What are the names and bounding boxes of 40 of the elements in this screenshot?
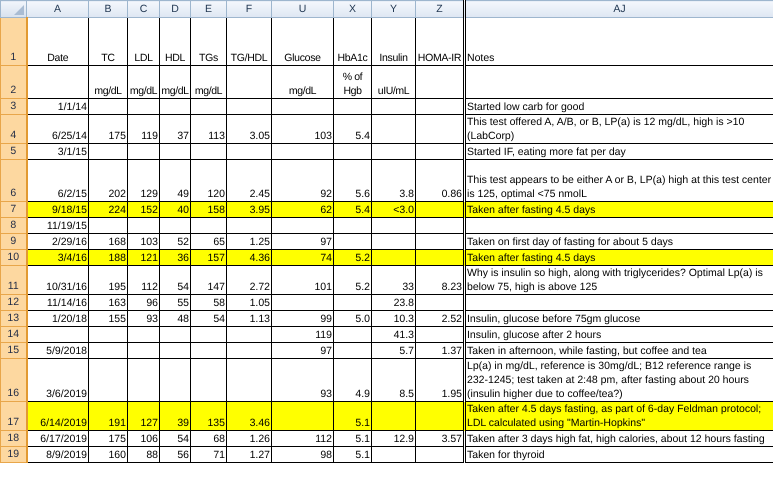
column-header[interactable]: F [226,0,272,18]
column-header[interactable]: D [160,0,190,18]
row-header[interactable]: 3 [0,98,26,114]
table-cell: 1.27 [226,446,272,462]
row-header[interactable]: 8 [0,218,26,234]
row-header[interactable]: 7 [0,202,26,218]
row-header[interactable]: 4 [0,114,26,144]
table-cell: 5.1 [334,446,372,462]
row-header[interactable]: 11 [0,266,26,294]
column-header[interactable]: C [128,0,160,18]
row-header[interactable]: 2 [0,66,26,98]
table-cell: Taken for thyroid [464,446,773,462]
column-header[interactable]: X [334,0,372,18]
table-cell: 160 [88,446,128,462]
table-cell: 8/9/2019 [26,446,88,462]
column-header[interactable]: Y [372,0,416,18]
row-header[interactable]: 15 [0,342,26,358]
row-header[interactable]: 14 [0,326,26,342]
row-header[interactable]: 13 [0,310,26,326]
row-header[interactable]: 5 [0,144,26,160]
column-header[interactable]: A [26,0,88,18]
row-header[interactable]: 6 [0,160,26,202]
row-header[interactable]: 10 [0,250,26,266]
column-header[interactable]: U [272,0,334,18]
row-header[interactable]: 12 [0,294,26,310]
row-header[interactable]: 19 [0,446,26,462]
table-cell: 98 [272,446,334,462]
select-all-icon[interactable] [14,5,24,15]
column-header[interactable]: B [88,0,128,18]
row-header[interactable]: 17 [0,402,26,430]
column-header[interactable]: Z [416,0,464,18]
table-cell: 56 [160,446,190,462]
column-header[interactable]: AJ [464,0,773,18]
row-header[interactable]: 16 [0,358,26,402]
table-cell: 88 [128,446,160,462]
row-header[interactable]: 9 [0,234,26,250]
row-header[interactable]: 18 [0,430,26,446]
column-header[interactable]: E [190,0,226,18]
row-header[interactable]: 1 [0,18,26,66]
table-cell: 71 [190,446,226,462]
